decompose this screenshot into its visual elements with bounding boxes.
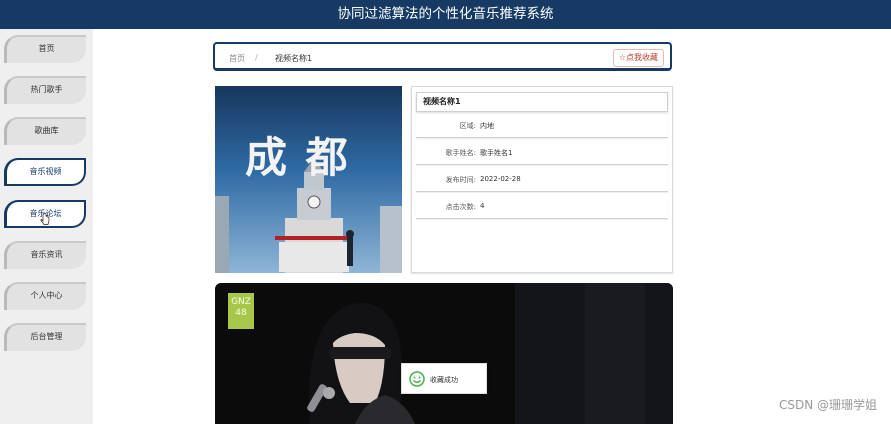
toast-message: 收藏成功	[401, 363, 487, 394]
detail-label-clicks: 点击次数:	[445, 203, 476, 211]
collect-button[interactable]: ☆点我收藏	[612, 49, 664, 67]
breadcrumb-separator: /	[255, 53, 258, 62]
sidebar-item-music-news[interactable]: 音乐资讯	[4, 241, 86, 269]
video-player[interactable]: GNZ 48	[215, 283, 673, 424]
detail-value-region: 内地	[480, 122, 494, 130]
video-cover-image: 成 都	[215, 86, 402, 273]
detail-label-region: 区域:	[459, 122, 476, 130]
smile-icon	[409, 371, 425, 387]
detail-row-clicks: 点击次数: 4	[416, 193, 668, 219]
detail-row-singer: 歌手姓名: 歌手姓名1	[416, 139, 668, 165]
sidebar-item-home[interactable]: 首页	[4, 35, 86, 63]
breadcrumb-current: 视频名称1	[275, 54, 313, 63]
sidebar-item-music-videos[interactable]: 音乐视频	[4, 158, 86, 186]
app-header: 协同过滤算法的个性化音乐推荐系统	[0, 0, 891, 29]
detail-label-singer: 歌手姓名:	[445, 149, 476, 157]
sidebar-item-hot-singers[interactable]: 热门歌手	[4, 76, 86, 104]
video-detail-card: 视频名称1 区域: 内地 歌手姓名: 歌手姓名1 发布时间: 2022-02-2…	[411, 86, 673, 273]
cover-title-text: 成 都	[245, 133, 350, 182]
app-title: 协同过滤算法的个性化音乐推荐系统	[337, 6, 554, 22]
sidebar-item-personal-center[interactable]: 个人中心	[4, 282, 86, 310]
breadcrumb: 首页 / 视频名称1 ☆点我收藏	[213, 42, 672, 71]
sidebar-item-admin[interactable]: 后台管理	[4, 323, 86, 351]
detail-value-clicks: 4	[480, 202, 485, 210]
breadcrumb-home-link[interactable]: 首页	[229, 53, 245, 64]
detail-value-release-date: 2022-02-28	[480, 175, 521, 183]
detail-row-region: 区域: 内地	[416, 112, 668, 138]
toast-text: 收藏成功	[430, 376, 458, 384]
collect-button-label: ☆点我收藏	[618, 53, 658, 62]
detail-row-release-date: 发布时间: 2022-02-28	[416, 166, 668, 192]
hand-cursor-icon	[40, 213, 50, 225]
detail-value-singer: 歌手姓名1	[480, 149, 513, 157]
video-title: 视频名称1	[416, 92, 668, 112]
video-logo: GNZ 48	[228, 293, 254, 329]
detail-label-release-date: 发布时间:	[445, 176, 476, 184]
watermark: CSDN @珊珊学姐	[778, 398, 877, 412]
sidebar-item-song-library[interactable]: 歌曲库	[4, 117, 86, 145]
